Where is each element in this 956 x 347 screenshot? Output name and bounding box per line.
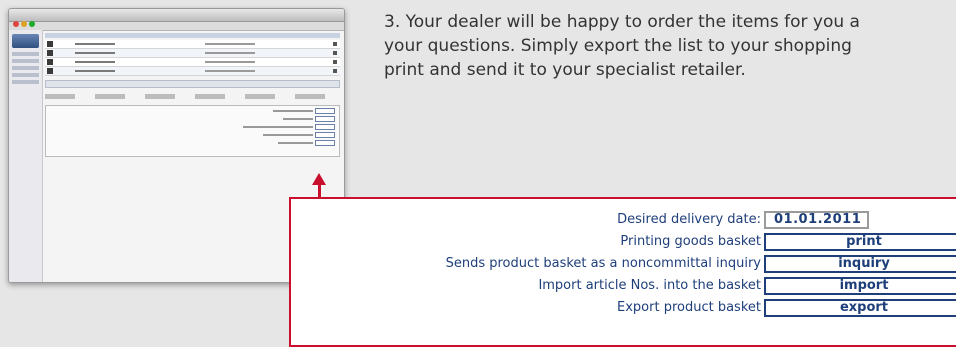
thumbnail-table-row (45, 67, 340, 76)
delivery-date-row: Desired delivery date: 01.01.2011 (291, 209, 956, 231)
print-label: Printing goods basket (620, 234, 761, 249)
print-row: Printing goods basket print (291, 231, 956, 253)
delivery-date-label: Desired delivery date: (617, 212, 761, 227)
import-label: Import article Nos. into the basket (538, 278, 761, 293)
thumbnail-logo (12, 34, 39, 48)
import-button[interactable]: import (764, 277, 956, 295)
thumbnail-table-row (45, 40, 340, 49)
instruction-line-2: your questions. Simply export the list t… (384, 36, 852, 56)
thumbnail-sidebar (9, 30, 43, 282)
import-row: Import article Nos. into the basket impo… (291, 275, 956, 297)
thumbnail-table-row (45, 49, 340, 58)
arrow-up-icon (312, 173, 326, 185)
thumbnail-toolbar (9, 22, 344, 31)
export-row: Export product basket export (291, 297, 956, 319)
traffic-light-icons (13, 12, 37, 31)
thumbnail-options (45, 94, 340, 99)
instruction-line-1: 3. Your dealer will be happy to order th… (384, 12, 860, 32)
thumbnail-action-bar (45, 80, 340, 88)
arrow-shaft (318, 185, 321, 197)
delivery-date-field[interactable]: 01.01.2011 (764, 211, 869, 229)
export-label: Export product basket (617, 300, 761, 315)
thumbnail-titlebar (9, 9, 344, 27)
thumbnail-table-row (45, 58, 340, 67)
instruction-line-3: print and send it to your specialist ret… (384, 60, 746, 80)
inquiry-button[interactable]: inquiry (764, 255, 956, 273)
thumbnail-basket-panel (45, 105, 340, 157)
export-button[interactable]: export (764, 299, 956, 317)
inquiry-label: Sends product basket as a noncommittal i… (445, 256, 761, 271)
instruction-text: 3. Your dealer will be happy to order th… (384, 10, 956, 82)
inquiry-row: Sends product basket as a noncommittal i… (291, 253, 956, 275)
basket-actions-callout: Desired delivery date: 01.01.2011 Printi… (289, 197, 956, 347)
print-button[interactable]: print (764, 233, 956, 251)
